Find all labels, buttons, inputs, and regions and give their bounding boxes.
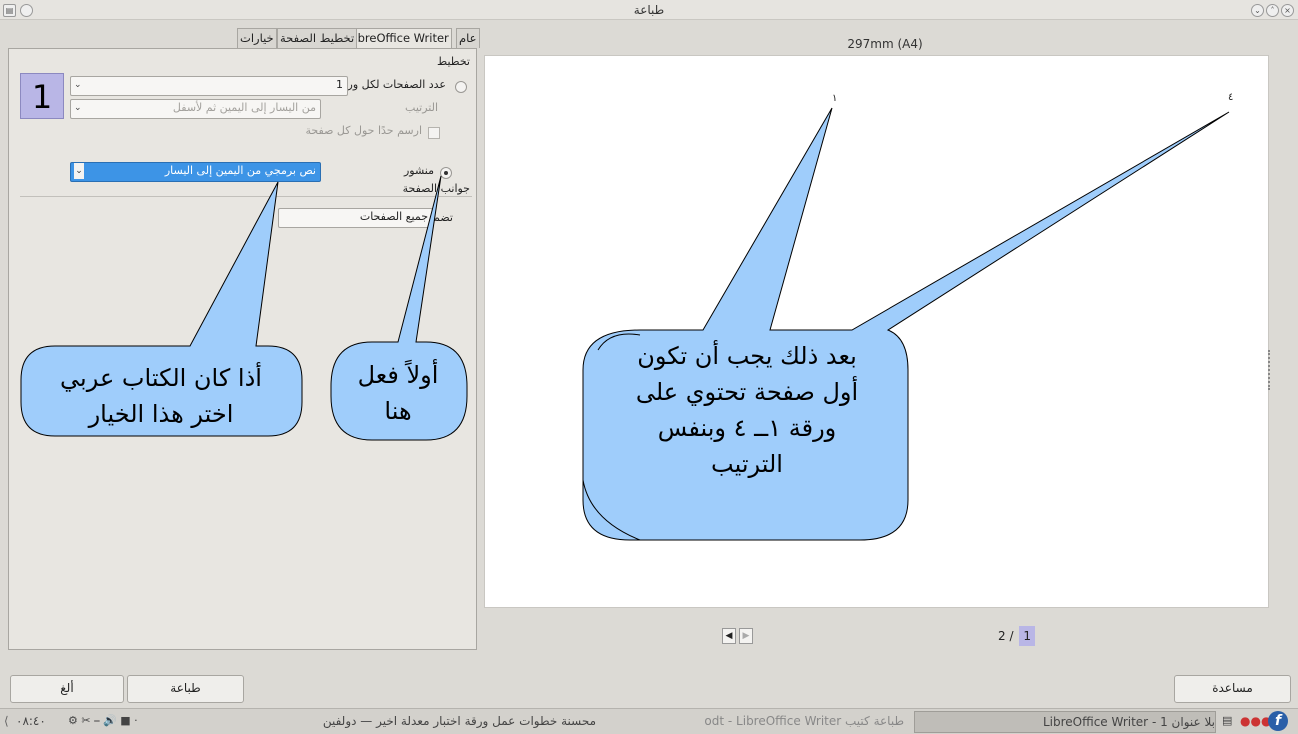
activity-dots-icon[interactable]: ●●● (1240, 711, 1271, 731)
callout-arabic-book-line2: اختر هذا الخيار (88, 400, 234, 428)
clock[interactable]: ٠٨:٤٠ (16, 711, 46, 731)
cancel-button[interactable]: ألغ (10, 675, 124, 703)
help-button[interactable]: مساعدة (1174, 675, 1291, 703)
task-brochure-writer[interactable]: طباعة كتيب odt - LibreOffice Writer (604, 711, 904, 731)
taskbar: ⟩ ٠٨:٤٠ ⚙ ✂ ⎯ 🔊 ■ · محسنة خطوات عمل ورقة… (0, 708, 1298, 734)
callout-after-line4: الترتيب (711, 450, 783, 478)
callout-first-do-line2: هنا (384, 397, 412, 425)
task-dolphin[interactable]: محسنة خطوات عمل ورقة اختبار معدلة اخير —… (290, 711, 596, 731)
callout-arabic-book-line1: أذا كان الكتاب عربي (60, 364, 262, 392)
print-button[interactable]: طباعة (127, 675, 244, 703)
callout-after-line2: أول صفحة تحتوي على (635, 378, 859, 406)
callout-after-line1: بعد ذلك يجب أن تكون (637, 342, 857, 370)
callout-after-text: بعد ذلك يجب أن تكون أول صفحة تحتوي على و… (588, 338, 906, 482)
system-tray-icons[interactable]: ⚙ ✂ ⎯ 🔊 ■ · (68, 711, 138, 731)
fedora-menu-icon[interactable]: f (1268, 711, 1288, 731)
tray-icons: ⟩ (4, 714, 9, 728)
show-desktop-icon[interactable]: ▤ (1222, 711, 1232, 731)
callout-arabic-book-text: أذا كان الكتاب عربي اختر هذا الخيار (25, 360, 297, 432)
callout-after-line3: ورقة ١ــ ٤ وبنفس (657, 414, 837, 442)
task-untitled-writer[interactable]: بلا عنوان 1 - LibreOffice Writer (914, 711, 1216, 733)
callout-first-do-text: أولاً فعل هنا (333, 357, 463, 429)
callout-first-do-line1: أولاً فعل (357, 361, 439, 389)
